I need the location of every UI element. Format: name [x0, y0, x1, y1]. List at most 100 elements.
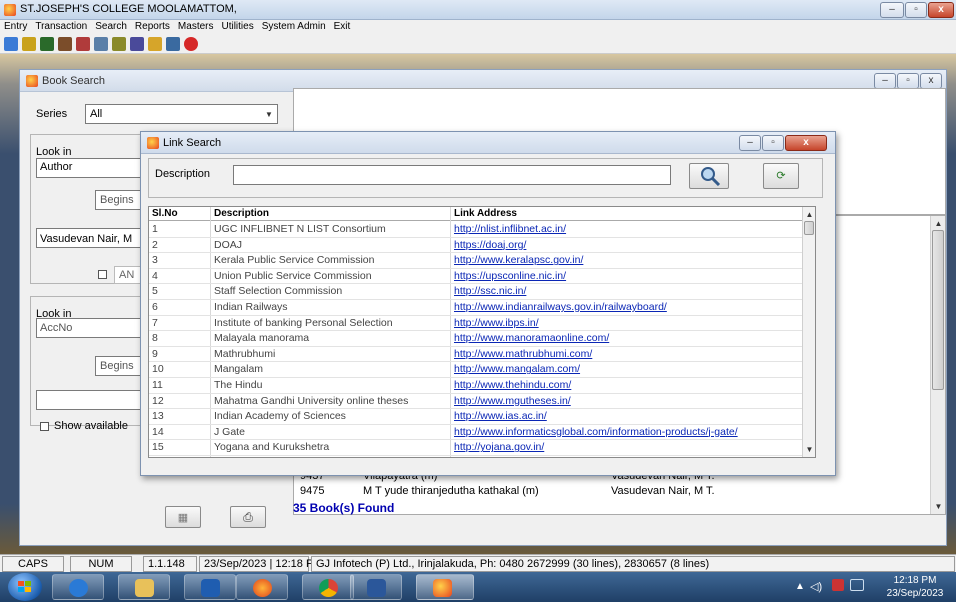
book-search-minimize-button[interactable]: –: [874, 73, 896, 89]
app-restore-button[interactable]: ▫: [905, 2, 927, 18]
printer-icon: ⎙: [243, 510, 253, 524]
and-checkbox[interactable]: [98, 270, 107, 279]
taskbar-ie[interactable]: [52, 574, 104, 600]
taskbar-word[interactable]: [350, 574, 402, 600]
link-cell[interactable]: http://ssc.nic.in/: [454, 284, 809, 299]
app-minimize-button[interactable]: –: [880, 2, 904, 18]
tray-expand-icon[interactable]: ▲: [795, 581, 805, 592]
table-row[interactable]: 10 Mangalam http://www.mangalam.com/: [149, 362, 809, 378]
table-row[interactable]: 8 Malayala manorama http://www.manoramaonl…: [149, 331, 809, 347]
taskbar-explorer[interactable]: [118, 574, 170, 600]
link-cell[interactable]: https://upsconline.nic.in/: [454, 269, 809, 284]
link-cell[interactable]: http://www.keralapsc.gov.in/: [454, 253, 809, 268]
menu-entry[interactable]: Entry: [0, 20, 31, 32]
description-cell: Mangalam: [214, 363, 264, 376]
book-search-restore-button[interactable]: ▫: [897, 73, 919, 89]
library-icon[interactable]: [40, 37, 54, 51]
menu-utilities[interactable]: Utilities: [217, 20, 257, 32]
clock-date[interactable]: 23/Sep/2023: [880, 588, 950, 599]
slno-cell: 11: [152, 379, 163, 391]
results-scrollbar[interactable]: ▲ ▼: [930, 216, 945, 514]
help-icon[interactable]: [148, 37, 162, 51]
description-cell: Institute of banking Personal Selection: [214, 316, 393, 329]
issue-icon[interactable]: [130, 37, 144, 51]
menu-transaction[interactable]: Transaction: [31, 20, 91, 32]
link-search-title: Link Search: [163, 137, 222, 149]
volume-icon[interactable]: ◁): [810, 580, 822, 593]
link-search-minimize-button[interactable]: –: [739, 135, 761, 151]
table-row[interactable]: 7 Institute of banking Personal Selection…: [149, 316, 809, 332]
taskbar-chrome[interactable]: [302, 574, 354, 600]
table-row[interactable]: 3 Kerala Public Service Commission http://…: [149, 253, 809, 269]
link-search-restore-button[interactable]: ▫: [762, 135, 784, 151]
table-row[interactable]: 11 The Hindu http://www.thehindu.com/: [149, 378, 809, 394]
slno-cell: 3: [152, 254, 158, 267]
taskbar-firefox[interactable]: [236, 574, 288, 600]
table-row[interactable]: 14 J Gate http://www.informaticsglobal.com…: [149, 425, 809, 441]
grid-scroll-thumb[interactable]: [804, 221, 814, 235]
catalogue-icon[interactable]: [58, 37, 72, 51]
results-scroll-thumb[interactable]: [932, 230, 944, 390]
description-input[interactable]: [233, 165, 671, 185]
table-row[interactable]: 13 Indian Academy of Sciences http://www.i…: [149, 409, 809, 425]
link-cell[interactable]: http://www.manoramaonline.com/: [454, 331, 809, 346]
menu-search[interactable]: Search: [91, 20, 131, 32]
search-text-input-1[interactable]: Vasudevan Nair, M: [36, 228, 156, 248]
link-search-close-button[interactable]: x: [785, 135, 827, 151]
link-cell[interactable]: http://www.mathrubhumi.com/: [454, 347, 809, 362]
start-button[interactable]: [8, 573, 42, 601]
slno-cell: 5: [152, 285, 158, 298]
table-row[interactable]: 5 Staff Selection Commission http://ssc.ni…: [149, 284, 809, 300]
link-cell[interactable]: http://www.mgutheses.in/: [454, 394, 809, 409]
return-icon[interactable]: [112, 37, 126, 51]
link-cell[interactable]: http://www.indianrailways.gov.in/railway…: [454, 300, 809, 315]
show-available-checkbox[interactable]: [40, 422, 49, 431]
menu-masters[interactable]: Masters: [174, 20, 218, 32]
search-text-input-2[interactable]: [36, 390, 156, 410]
network-icon[interactable]: [850, 579, 864, 591]
search-button[interactable]: [689, 163, 729, 189]
print-button[interactable]: ⎙: [230, 506, 266, 528]
link-cell[interactable]: http://www.ibps.in/: [454, 316, 809, 331]
taskbar-library-app[interactable]: [416, 574, 474, 600]
look-in-select-1[interactable]: Author: [36, 158, 156, 178]
table-row[interactable]: 6 Indian Railways http://www.indianrailway…: [149, 300, 809, 316]
series-label: Series: [36, 108, 68, 120]
save-icon[interactable]: [166, 37, 180, 51]
link-cell[interactable]: http://www.informaticsglobal.com/informa…: [454, 425, 809, 440]
slno-cell: 10: [152, 363, 164, 376]
grid-scrollbar[interactable]: ▲ ▼: [802, 207, 815, 457]
taskbar-outlook[interactable]: [184, 574, 236, 600]
view-button[interactable]: ▦: [165, 506, 201, 528]
table-row[interactable]: 9 Mathrubhumi http://www.mathrubhumi.com/: [149, 347, 809, 363]
look-in-select-2[interactable]: AccNo: [36, 318, 156, 338]
refresh-button[interactable]: ⟳: [763, 163, 799, 189]
book-search-close-button[interactable]: x: [920, 73, 942, 89]
clock-time[interactable]: 12:18 PM: [880, 575, 950, 586]
description-cell: UGC INFLIBNET N LIST Consortium: [214, 223, 386, 235]
series-select[interactable]: All ▼: [85, 104, 278, 124]
menu-system-admin[interactable]: System Admin: [258, 20, 330, 32]
table-row[interactable]: 1 UGC INFLIBNET N LIST Consortium http://n…: [149, 222, 809, 238]
table-row[interactable]: 2 DOAJ https://doaj.org/: [149, 238, 809, 254]
link-cell[interactable]: http://yojana.gov.in/: [454, 440, 809, 455]
books-icon[interactable]: [22, 37, 36, 51]
entry-icon[interactable]: [4, 37, 18, 51]
search-icon[interactable]: [94, 37, 108, 51]
close-icon[interactable]: [184, 37, 198, 51]
grid-icon: ▦: [177, 512, 189, 524]
slno-cell: 8: [152, 332, 158, 345]
action-center-icon[interactable]: [832, 579, 844, 591]
link-cell[interactable]: http://nlist.inflibnet.ac.in/: [454, 222, 809, 237]
link-cell[interactable]: https://doaj.org/: [454, 238, 809, 253]
menu-reports[interactable]: Reports: [131, 20, 174, 32]
link-cell[interactable]: http://www.mangalam.com/: [454, 362, 809, 377]
table-row[interactable]: 12 Mahatma Gandhi University online these…: [149, 394, 809, 410]
link-cell[interactable]: http://www.thehindu.com/: [454, 378, 809, 393]
link-cell[interactable]: http://www.ias.ac.in/: [454, 409, 809, 424]
report-icon[interactable]: [76, 37, 90, 51]
menu-exit[interactable]: Exit: [330, 20, 355, 32]
app-close-button[interactable]: x: [928, 2, 954, 18]
table-row[interactable]: 15 Yogana and Kurukshetra http://yojana.go…: [149, 440, 809, 456]
table-row[interactable]: 4 Union Public Service Commission https://…: [149, 269, 809, 285]
